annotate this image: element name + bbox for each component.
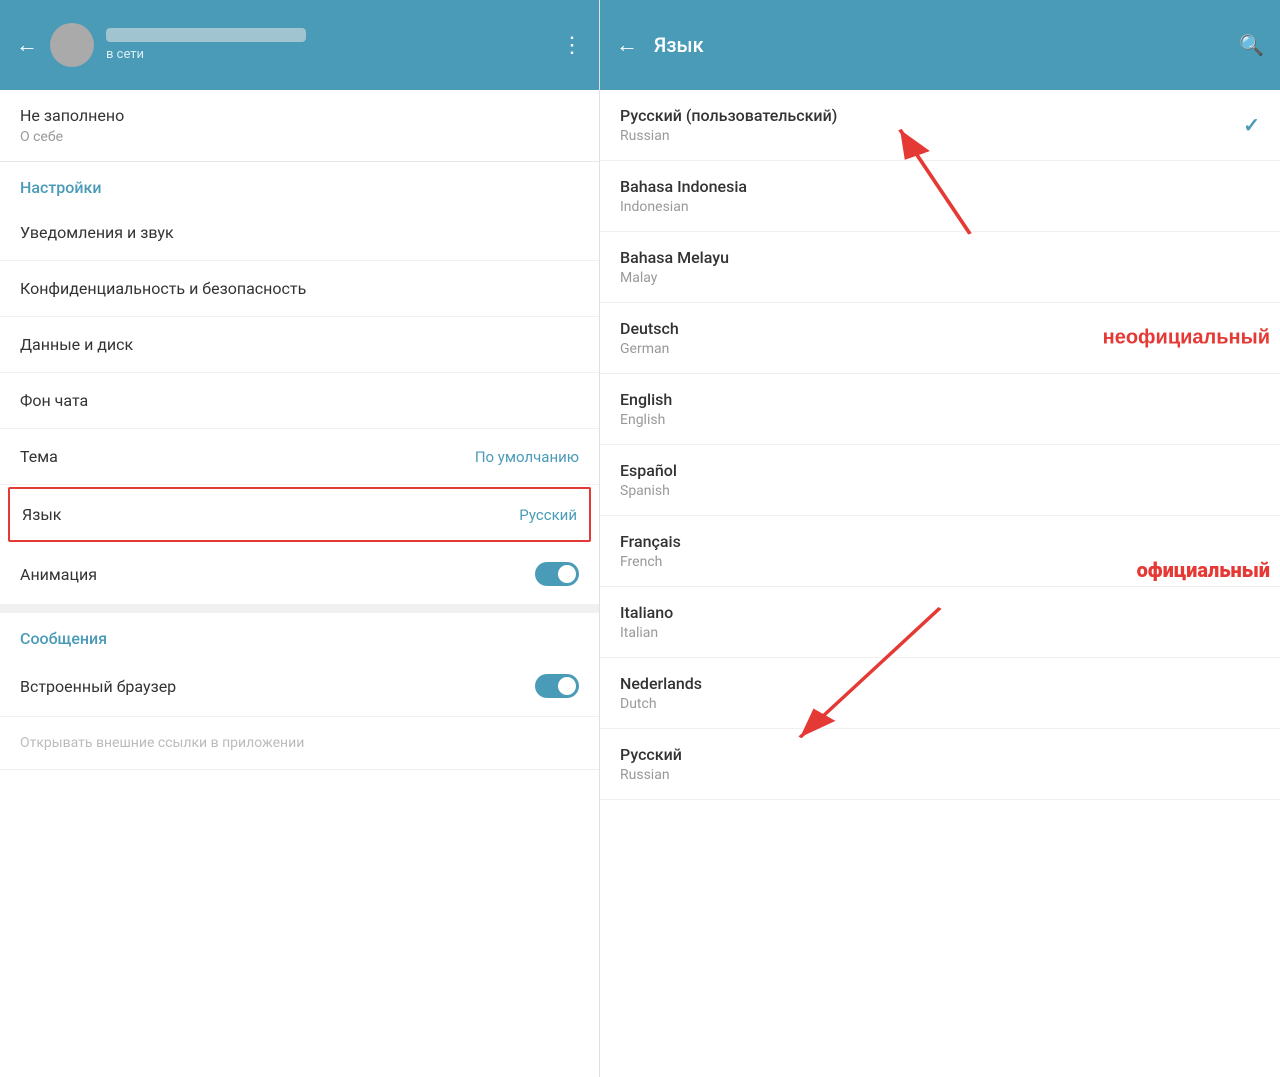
settings-item-theme-label: Тема <box>20 447 58 466</box>
lang-native-spanish: Español <box>620 461 677 480</box>
settings-item-browser[interactable]: Встроенный браузер <box>0 656 599 717</box>
right-header: ← Язык 🔍 <box>600 0 1280 90</box>
back-icon-right[interactable]: ← <box>616 32 638 58</box>
info-section: Не заполнено О себе <box>0 90 599 162</box>
settings-item-language-value: Русский <box>519 506 577 524</box>
info-not-filled: Не заполнено <box>20 106 579 125</box>
settings-item-notifications[interactable]: Уведомления и звук <box>0 205 599 261</box>
language-list: Русский (пользовательский) Russian ✓ Bah… <box>600 90 1280 800</box>
lang-native-german: Deutsch <box>620 319 679 338</box>
lang-english-russian: Russian <box>620 767 682 783</box>
annotation-unofficial: неофициальный <box>1103 327 1270 350</box>
lang-english-malay: Malay <box>620 270 729 286</box>
settings-item-data-label: Данные и диск <box>20 335 133 354</box>
left-content: Не заполнено О себе Настройки Уведомлени… <box>0 90 599 1077</box>
lang-native-italian: Italiano <box>620 603 673 622</box>
lang-item-italian[interactable]: Italiano Italian <box>600 587 1280 658</box>
lang-native-russian-custom: Русский (пользовательский) <box>620 106 837 125</box>
lang-item-french-text: Français French <box>620 532 681 570</box>
lang-item-russian-custom[interactable]: Русский (пользовательский) Russian ✓ <box>600 90 1280 161</box>
back-icon-left[interactable]: ← <box>16 32 38 58</box>
lang-english-french: French <box>620 554 681 570</box>
contact-name <box>106 28 306 42</box>
lang-item-italian-text: Italiano Italian <box>620 603 673 641</box>
settings-header: Настройки <box>0 162 599 205</box>
lang-item-malay-text: Bahasa Melayu Malay <box>620 248 729 286</box>
lang-item-german[interactable]: Deutsch German неофициальный <box>600 303 1280 374</box>
lang-item-indonesian[interactable]: Bahasa Indonesia Indonesian <box>600 161 1280 232</box>
lang-item-french[interactable]: Français French официальный <box>600 516 1280 587</box>
annotation-official: официальный <box>1137 558 1270 582</box>
section-divider <box>0 605 599 613</box>
lang-item-spanish[interactable]: Español Spanish <box>600 445 1280 516</box>
lang-item-english[interactable]: English English <box>600 374 1280 445</box>
settings-item-data[interactable]: Данные и диск <box>0 317 599 373</box>
lang-item-russian[interactable]: Русский Russian <box>600 729 1280 800</box>
left-header: ← в сети ⋮ <box>0 0 599 90</box>
browser-toggle[interactable] <box>535 674 579 698</box>
lang-english-english: English <box>620 412 672 428</box>
settings-item-wallpaper-label: Фон чата <box>20 391 88 410</box>
right-panel-wrapper: ← Язык 🔍 Русский (пользовательский) Russ… <box>600 0 1280 1077</box>
lang-english-russian-custom: Russian <box>620 128 837 144</box>
lang-native-russian: Русский <box>620 745 682 764</box>
settings-item-animation-label: Анимация <box>20 565 97 584</box>
messages-header: Сообщения <box>0 613 599 656</box>
settings-item-external-links-label: Открывать внешние ссылки в приложении <box>20 735 304 751</box>
settings-item-privacy[interactable]: Конфиденциальность и безопасность <box>0 261 599 317</box>
lang-english-italian: Italian <box>620 625 673 641</box>
left-panel: ← в сети ⋮ Не заполнено О себе Настройки… <box>0 0 600 1077</box>
lang-english-german: German <box>620 341 679 357</box>
lang-item-dutch-text: Nederlands Dutch <box>620 674 702 712</box>
contact-info: в сети <box>106 28 549 62</box>
lang-item-russian-custom-text: Русский (пользовательский) Russian <box>620 106 837 144</box>
avatar <box>50 23 94 67</box>
lang-native-dutch: Nederlands <box>620 674 702 693</box>
settings-item-language[interactable]: Язык Русский <box>8 487 591 542</box>
settings-item-language-label: Язык <box>22 505 61 524</box>
lang-english-spanish: Spanish <box>620 483 677 499</box>
settings-item-wallpaper[interactable]: Фон чата <box>0 373 599 429</box>
lang-item-dutch[interactable]: Nederlands Dutch <box>600 658 1280 729</box>
lang-native-malay: Bahasa Melayu <box>620 248 729 267</box>
lang-item-indonesian-text: Bahasa Indonesia Indonesian <box>620 177 747 215</box>
settings-item-theme[interactable]: Тема По умолчанию <box>0 429 599 485</box>
right-panel: ← Язык 🔍 Русский (пользовательский) Russ… <box>600 0 1280 800</box>
contact-status: в сети <box>106 47 549 62</box>
lang-item-russian-text: Русский Russian <box>620 745 682 783</box>
animation-toggle[interactable] <box>535 562 579 586</box>
selected-checkmark: ✓ <box>1243 113 1260 137</box>
language-screen-title: Язык <box>654 33 1223 57</box>
lang-item-german-text: Deutsch German <box>620 319 679 357</box>
lang-item-malay[interactable]: Bahasa Melayu Malay <box>600 232 1280 303</box>
settings-item-notifications-label: Уведомления и звук <box>20 223 174 242</box>
more-icon[interactable]: ⋮ <box>561 33 583 58</box>
settings-item-theme-value: По умолчанию <box>475 448 579 466</box>
lang-native-english: English <box>620 390 672 409</box>
settings-item-privacy-label: Конфиденциальность и безопасность <box>20 279 306 298</box>
lang-native-french: Français <box>620 532 681 551</box>
settings-item-external-links[interactable]: Открывать внешние ссылки в приложении <box>0 717 599 770</box>
lang-native-indonesian: Bahasa Indonesia <box>620 177 747 196</box>
search-icon[interactable]: 🔍 <box>1239 33 1264 57</box>
settings-item-animation[interactable]: Анимация <box>0 544 599 605</box>
lang-item-spanish-text: Español Spanish <box>620 461 677 499</box>
lang-english-indonesian: Indonesian <box>620 199 747 215</box>
settings-item-browser-label: Встроенный браузер <box>20 677 176 696</box>
lang-english-dutch: Dutch <box>620 696 702 712</box>
lang-item-english-text: English English <box>620 390 672 428</box>
info-about: О себе <box>20 129 579 145</box>
